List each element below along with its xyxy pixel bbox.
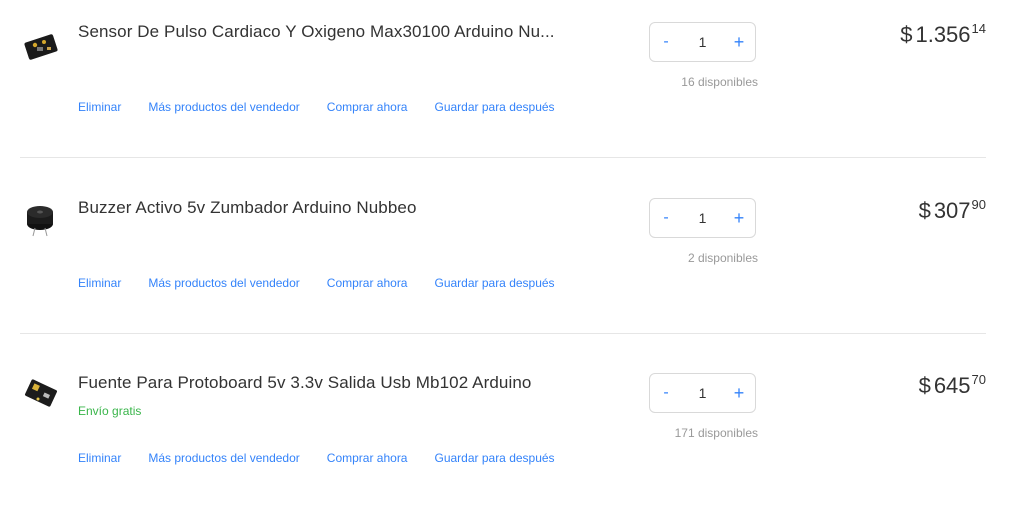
available-stock: 171 disponibles	[674, 426, 758, 440]
item-price: $30790	[918, 197, 986, 224]
item-actions: Eliminar Más productos del vendedor Comp…	[78, 100, 582, 114]
save-for-later-link[interactable]: Guardar para después	[434, 276, 554, 290]
quantity-stepper: - 1 +	[649, 22, 756, 62]
quantity-value[interactable]: 1	[699, 210, 707, 226]
cart-item: Fuente Para Protoboard 5v 3.3v Salida Us…	[20, 351, 986, 527]
decrease-quantity-button[interactable]: -	[650, 23, 682, 61]
save-for-later-link[interactable]: Guardar para después	[434, 451, 554, 465]
buy-now-link[interactable]: Comprar ahora	[327, 276, 408, 290]
price-cents: 90	[971, 197, 986, 212]
free-shipping-label: Envío gratis	[78, 404, 142, 418]
price-cents: 14	[971, 21, 986, 36]
quantity-stepper: - 1 +	[649, 198, 756, 238]
delete-link[interactable]: Eliminar	[78, 451, 121, 465]
increase-quantity-button[interactable]: +	[723, 374, 755, 412]
buy-now-link[interactable]: Comprar ahora	[327, 100, 408, 114]
product-title[interactable]: Fuente Para Protoboard 5v 3.3v Salida Us…	[78, 373, 598, 393]
item-divider	[20, 333, 986, 334]
increase-quantity-button[interactable]: +	[723, 23, 755, 61]
cart-item: Sensor De Pulso Cardiaco Y Oxigeno Max30…	[20, 0, 986, 176]
quantity-value[interactable]: 1	[699, 385, 707, 401]
price-currency: $	[900, 22, 913, 47]
quantity-value[interactable]: 1	[699, 34, 707, 50]
item-divider	[20, 157, 986, 158]
product-title[interactable]: Sensor De Pulso Cardiaco Y Oxigeno Max30…	[78, 22, 598, 42]
save-for-later-link[interactable]: Guardar para después	[434, 100, 554, 114]
quantity-stepper: - 1 +	[649, 373, 756, 413]
delete-link[interactable]: Eliminar	[78, 276, 121, 290]
item-actions: Eliminar Más productos del vendedor Comp…	[78, 451, 582, 465]
price-currency: $	[918, 373, 931, 398]
price-whole: 1.356	[915, 22, 971, 47]
item-actions: Eliminar Más productos del vendedor Comp…	[78, 276, 582, 290]
decrease-quantity-button[interactable]: -	[650, 199, 682, 237]
more-from-seller-link[interactable]: Más productos del vendedor	[148, 276, 299, 290]
buy-now-link[interactable]: Comprar ahora	[327, 451, 408, 465]
available-stock: 2 disponibles	[687, 251, 758, 265]
price-whole: 645	[933, 373, 971, 398]
price-cents: 70	[971, 372, 986, 387]
item-price: $1.35614	[900, 21, 986, 48]
power-supply-board-icon[interactable]	[22, 375, 60, 413]
price-currency: $	[918, 198, 931, 223]
cart-item: Buzzer Activo 5v Zumbador Arduino Nubbeo…	[20, 176, 986, 352]
delete-link[interactable]: Eliminar	[78, 100, 121, 114]
product-title[interactable]: Buzzer Activo 5v Zumbador Arduino Nubbeo	[78, 198, 598, 218]
more-from-seller-link[interactable]: Más productos del vendedor	[148, 100, 299, 114]
more-from-seller-link[interactable]: Más productos del vendedor	[148, 451, 299, 465]
buzzer-icon[interactable]	[22, 200, 60, 238]
available-stock: 16 disponibles	[681, 75, 758, 89]
pulse-sensor-board-icon[interactable]	[22, 28, 60, 66]
item-price: $64570	[918, 372, 986, 399]
price-whole: 307	[933, 198, 971, 223]
increase-quantity-button[interactable]: +	[723, 199, 755, 237]
decrease-quantity-button[interactable]: -	[650, 374, 682, 412]
